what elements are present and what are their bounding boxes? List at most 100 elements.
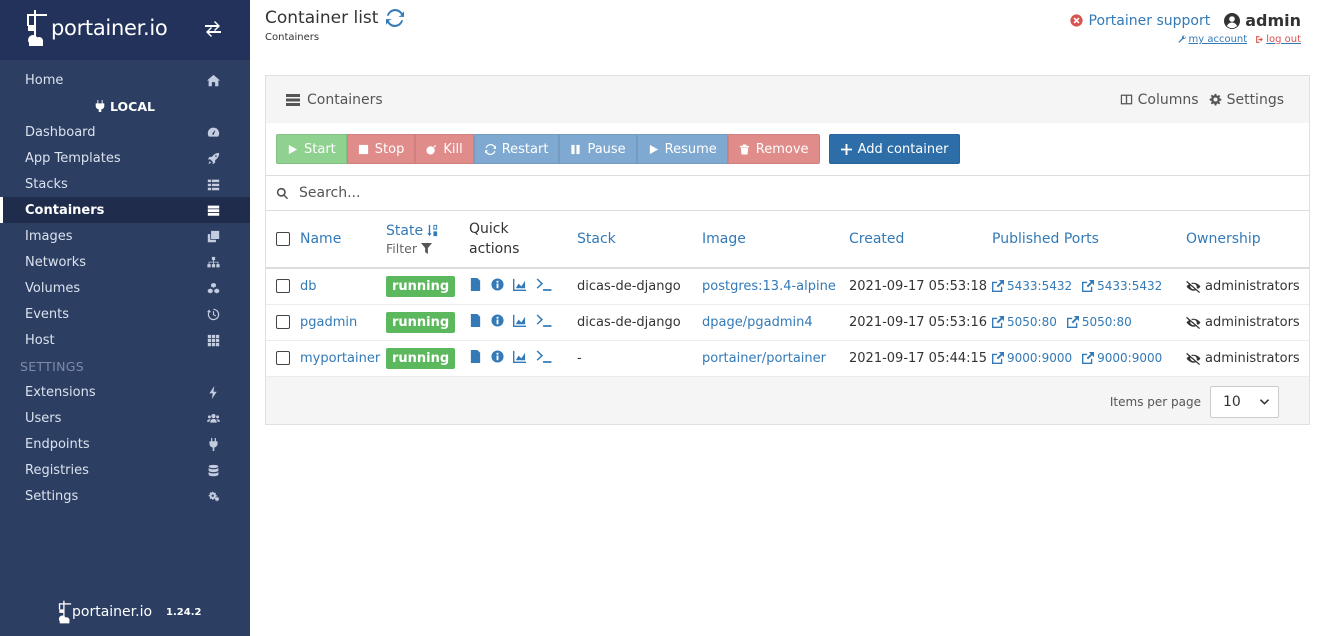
row-checkbox[interactable]: [276, 315, 290, 329]
sort-numeric-icon[interactable]: [426, 224, 439, 237]
kill-button[interactable]: Kill: [415, 134, 474, 164]
refresh-icon[interactable]: [386, 9, 405, 27]
terminal-icon: [536, 313, 552, 327]
sidebar-item-dashboard[interactable]: Dashboard: [0, 119, 250, 145]
file-text-icon: [470, 313, 481, 327]
inspect-action[interactable]: [491, 349, 504, 367]
port-link[interactable]: 5050:80: [1066, 315, 1132, 329]
inspect-action[interactable]: [491, 278, 504, 295]
tachometer-icon: [207, 126, 220, 139]
users-icon: [207, 412, 220, 425]
portainer-logo[interactable]: portainer.io: [25, 8, 168, 48]
items-per-page-select[interactable]: 10: [1210, 386, 1279, 418]
resume-button[interactable]: Resume: [636, 134, 728, 164]
row-checkbox[interactable]: [276, 279, 290, 294]
column-published-ports[interactable]: Published Ports: [992, 231, 1099, 247]
port-link[interactable]: 5433:5432: [992, 279, 1072, 293]
clone-icon: [207, 230, 220, 243]
column-stack[interactable]: Stack: [577, 231, 616, 247]
rocket-icon: [207, 152, 220, 165]
stats-action[interactable]: [513, 278, 526, 295]
sidebar-item-events[interactable]: Events: [0, 301, 250, 327]
portainer-support-link[interactable]: Portainer support: [1069, 13, 1210, 29]
created-value: 2021-09-17 05:53:18: [849, 278, 988, 294]
info-circle-icon: [491, 278, 504, 291]
sidebar-item-app-templates[interactable]: App Templates: [0, 145, 250, 171]
sidebar-item-volumes[interactable]: Volumes: [0, 275, 250, 301]
sidebar-footer: portainer.io 1.24.2: [58, 598, 201, 626]
logs-action[interactable]: [469, 277, 482, 295]
log-out-link[interactable]: log out: [1255, 34, 1301, 45]
inspect-action[interactable]: [491, 313, 504, 331]
column-image[interactable]: Image: [702, 231, 746, 247]
add-container-button[interactable]: Add container: [828, 134, 961, 164]
image-link[interactable]: postgres:13.4-alpine: [702, 279, 836, 294]
bolt-icon: [207, 385, 220, 399]
stop-button[interactable]: Stop: [346, 134, 416, 164]
stats-action[interactable]: [513, 314, 526, 331]
created-value: 2021-09-17 05:44:15: [849, 350, 988, 366]
sidebar-item-stacks[interactable]: Stacks: [0, 171, 250, 197]
plus-icon: [840, 143, 852, 155]
info-circle-icon: [491, 313, 504, 327]
restart-button[interactable]: Restart: [473, 134, 560, 164]
eye-slash-icon: [1186, 352, 1201, 365]
containers-panel: Containers Columns Settings Start Stop K…: [265, 75, 1310, 425]
container-name-link[interactable]: pgadmin: [300, 315, 357, 330]
container-name-link[interactable]: myportainer: [300, 351, 380, 366]
logs-action[interactable]: [469, 313, 482, 331]
quick-actions: [469, 349, 577, 367]
sidebar-item-settings[interactable]: Settings: [0, 483, 250, 509]
file-text-icon: [470, 277, 481, 291]
external-link-icon: [1082, 352, 1095, 364]
console-action[interactable]: [535, 278, 553, 295]
port-link[interactable]: 5050:80: [992, 315, 1057, 329]
image-link[interactable]: portainer/portainer: [702, 351, 826, 366]
status-badge: running: [386, 311, 456, 333]
sidebar-item-containers[interactable]: Containers: [0, 197, 250, 223]
port-link[interactable]: 9000:9000: [992, 351, 1072, 365]
logs-action[interactable]: [469, 349, 482, 367]
state-filter[interactable]: Filter: [386, 241, 469, 256]
stats-action[interactable]: [513, 350, 526, 367]
console-action[interactable]: [535, 349, 553, 367]
search-input[interactable]: Search...: [299, 185, 360, 201]
remove-button[interactable]: Remove: [727, 134, 820, 164]
port-link[interactable]: 5433:5432: [1082, 279, 1162, 293]
exchange-icon[interactable]: [204, 20, 222, 38]
eye-slash-icon: [1186, 280, 1201, 293]
sidebar-item-registries[interactable]: Registries: [0, 457, 250, 483]
footer-logo-text: portainer.io: [72, 604, 153, 620]
columns-button[interactable]: Columns: [1120, 92, 1199, 108]
sidebar-section-settings: SETTINGS: [20, 358, 84, 374]
column-name[interactable]: Name: [300, 231, 341, 247]
sidebar-item-host[interactable]: Host: [0, 327, 250, 353]
sidebar-item-images[interactable]: Images: [0, 223, 250, 249]
wrench-icon: [1178, 35, 1186, 43]
port-link[interactable]: 9000:9000: [1082, 351, 1162, 365]
settings-button[interactable]: Settings: [1209, 92, 1284, 108]
sidebar-item-users[interactable]: Users: [0, 405, 250, 431]
container-name-link[interactable]: db: [300, 279, 317, 294]
cog-icon: [1209, 93, 1221, 106]
row-checkbox[interactable]: [276, 351, 290, 365]
panel-body: Start Stop Kill Restart Pause Resume Rem…: [266, 123, 1309, 377]
play-icon: [288, 144, 298, 154]
pause-button[interactable]: Pause: [559, 134, 637, 164]
column-ownership[interactable]: Ownership: [1186, 231, 1261, 247]
sidebar-item-networks[interactable]: Networks: [0, 249, 250, 275]
sidebar-item-endpoints[interactable]: Endpoints: [0, 431, 250, 457]
search-bar[interactable]: Search...: [266, 175, 1309, 211]
th-icon: [207, 334, 220, 347]
created-value: 2021-09-17 05:53:16: [849, 314, 988, 330]
start-button[interactable]: Start: [276, 134, 347, 164]
server-icon: [286, 93, 300, 106]
sidebar-item-extensions[interactable]: Extensions: [0, 379, 250, 405]
column-state[interactable]: State: [386, 223, 423, 239]
sidebar-item-home[interactable]: Home: [0, 67, 250, 93]
column-created[interactable]: Created: [849, 231, 904, 247]
my-account-link[interactable]: my account: [1178, 34, 1247, 45]
image-link[interactable]: dpage/pgadmin4: [702, 315, 813, 330]
select-all-checkbox[interactable]: [276, 232, 290, 246]
console-action[interactable]: [535, 313, 553, 331]
